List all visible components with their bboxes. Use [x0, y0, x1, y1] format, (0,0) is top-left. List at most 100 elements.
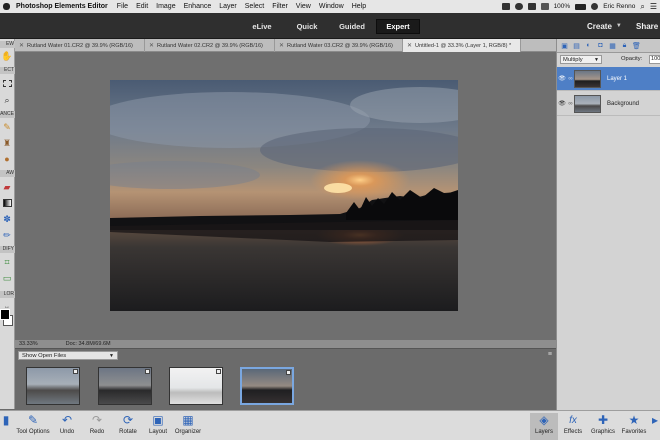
tool-options-icon: ✎: [27, 413, 39, 427]
bin-thumbnail-2[interactable]: [98, 367, 152, 405]
organizer-button[interactable]: ▦ Organizer: [172, 413, 204, 440]
menu-filter[interactable]: Filter: [272, 3, 288, 10]
healing-brush-icon[interactable]: ✎: [1, 121, 13, 133]
effects-panel-button[interactable]: fx Effects: [561, 413, 585, 440]
menu-select[interactable]: Select: [245, 3, 264, 10]
organizer-icon: ▦: [182, 413, 194, 427]
magic-wand-tool-icon[interactable]: ⌕: [1, 94, 13, 106]
rotate-button[interactable]: ⟳ Rotate: [114, 413, 142, 440]
mode-bar: eLive Quick Guided Expert Create ▼ Share: [0, 13, 660, 39]
link-icon[interactable]: ∞: [567, 76, 574, 82]
tool-section-select: ECT: [0, 67, 15, 74]
close-icon[interactable]: ✕: [407, 42, 412, 49]
tool-options-partial[interactable]: ▮: [0, 413, 12, 440]
mode-expert[interactable]: Expert: [376, 19, 420, 34]
layer-thumbnail: [574, 94, 601, 113]
layer-row-background[interactable]: 👁︎ ∞ Background: [557, 92, 660, 116]
menu-file[interactable]: File: [117, 3, 128, 10]
battery-icon[interactable]: [575, 3, 587, 10]
pencil-tool-icon[interactable]: ✏: [1, 229, 13, 241]
sponge-tool-icon[interactable]: ●: [1, 153, 13, 165]
close-icon[interactable]: ✕: [19, 42, 24, 49]
graphics-panel-button[interactable]: ✚ Graphics: [588, 413, 618, 440]
graphics-label: Graphics: [590, 429, 615, 435]
new-group-icon[interactable]: ▤: [572, 42, 581, 50]
sync-icon[interactable]: [514, 3, 523, 10]
apple-icon[interactable]: [3, 3, 10, 10]
display-icon[interactable]: [527, 3, 536, 10]
create-button[interactable]: Create ▼: [587, 19, 622, 33]
mode-elive[interactable]: eLive: [242, 19, 282, 34]
layout-button[interactable]: ▣ Layout: [145, 413, 171, 440]
bin-menu-icon[interactable]: ≡: [548, 351, 552, 358]
mode-quick[interactable]: Quick: [288, 19, 326, 34]
custom-shape-icon[interactable]: ✽: [1, 213, 13, 225]
opacity-label: Opacity:: [621, 56, 643, 62]
close-icon[interactable]: ✕: [149, 42, 154, 49]
user-name[interactable]: Eric Renno: [603, 3, 635, 10]
canvas-area[interactable]: [15, 52, 556, 340]
menu-bar: Photoshop Elements Editor File Edit Imag…: [0, 0, 660, 13]
notification-list-icon[interactable]: ☰: [650, 2, 657, 11]
opacity-input[interactable]: 100: [649, 55, 660, 64]
tab-rutland-water-03[interactable]: ✕ Rutland Water 03.CR2 @ 39.9% (RGB/16): [275, 39, 403, 52]
tab-rutland-water-02[interactable]: ✕ Rutland Water 02.CR2 @ 39.9% (RGB/16): [145, 39, 275, 52]
menu-layer[interactable]: Layer: [219, 3, 237, 10]
undo-label: Undo: [59, 429, 75, 435]
tool-options-button[interactable]: ✎ Tool Options: [13, 413, 53, 440]
straighten-tool-icon[interactable]: ▭: [1, 272, 13, 284]
foreground-color-swatch[interactable]: [0, 309, 10, 320]
battery-percent: 100%: [553, 3, 571, 10]
tab-untitled-1[interactable]: ✕ Untitled-1 @ 33.3% (Layer 1, RGB/8) *: [403, 39, 521, 52]
blend-mode-dropdown[interactable]: Multiply ▼: [560, 55, 602, 64]
tab-label: Rutland Water 01.CR2 @ 39.9% (RGB/16): [27, 42, 133, 49]
app-name[interactable]: Photoshop Elements Editor: [16, 3, 108, 10]
visibility-eye-icon[interactable]: 👁︎: [557, 75, 567, 82]
lock-transparency-icon[interactable]: ▦: [608, 42, 617, 50]
menu-edit[interactable]: Edit: [136, 3, 148, 10]
crop-tool-icon[interactable]: ⌗: [1, 256, 13, 268]
layers-panel-button[interactable]: ◈ Layers: [530, 413, 558, 440]
show-open-files-dropdown[interactable]: Show Open Files ▼: [18, 351, 118, 360]
layer-row-layer-1[interactable]: 👁︎ ∞ Layer 1: [557, 67, 660, 91]
layer-mask-icon[interactable]: ◘: [596, 42, 605, 50]
gradient-tool-icon[interactable]: [1, 197, 13, 209]
bin-thumbnail-4[interactable]: [240, 367, 294, 405]
redo-button[interactable]: ↷ Redo: [84, 413, 110, 440]
menu-window[interactable]: Window: [319, 3, 344, 10]
menu-help[interactable]: Help: [352, 3, 366, 10]
menu-image[interactable]: Image: [156, 3, 175, 10]
new-layer-icon[interactable]: ▣: [560, 42, 569, 50]
mode-guided[interactable]: Guided: [332, 19, 372, 34]
share-button[interactable]: Share: [636, 19, 658, 33]
wifi-icon[interactable]: [540, 3, 549, 10]
user-icon: [591, 3, 599, 10]
clone-stamp-icon[interactable]: ♜: [1, 137, 13, 149]
visibility-eye-icon[interactable]: 👁︎: [557, 100, 567, 107]
favorites-label: Favorites: [621, 429, 647, 435]
rotate-label: Rotate: [119, 429, 137, 435]
menu-enhance[interactable]: Enhance: [184, 3, 212, 10]
eraser-tool-icon[interactable]: ▰: [1, 181, 13, 193]
favorites-panel-button[interactable]: ★ Favorites: [619, 413, 649, 440]
link-icon[interactable]: ∞: [567, 101, 574, 107]
tab-rutland-water-01[interactable]: ✕ Rutland Water 01.CR2 @ 39.9% (RGB/16): [15, 39, 145, 52]
camera-icon[interactable]: [501, 3, 510, 10]
adjustment-layer-icon[interactable]: ◐: [584, 42, 593, 50]
hand-tool-icon[interactable]: ✋: [1, 50, 13, 62]
undo-button[interactable]: ↶ Undo: [54, 413, 80, 440]
raw-badge-icon: [216, 369, 221, 374]
bin-thumbnail-1[interactable]: [26, 367, 80, 405]
more-panel-button[interactable]: ▸: [650, 413, 660, 440]
document-image[interactable]: [110, 80, 458, 311]
brush-icon: ▮: [2, 413, 10, 427]
lock-icon[interactable]: 🔒︎: [620, 42, 629, 50]
marquee-tool-icon[interactable]: [1, 77, 13, 89]
spotlight-search-icon[interactable]: ⌕: [640, 2, 644, 12]
bin-thumbnail-3[interactable]: [169, 367, 223, 405]
delete-layer-icon[interactable]: 🗑︎: [632, 42, 641, 50]
menu-view[interactable]: View: [296, 3, 311, 10]
star-icon: ★: [628, 413, 640, 427]
tool-section-color: LOR: [0, 291, 15, 298]
close-icon[interactable]: ✕: [279, 42, 284, 49]
